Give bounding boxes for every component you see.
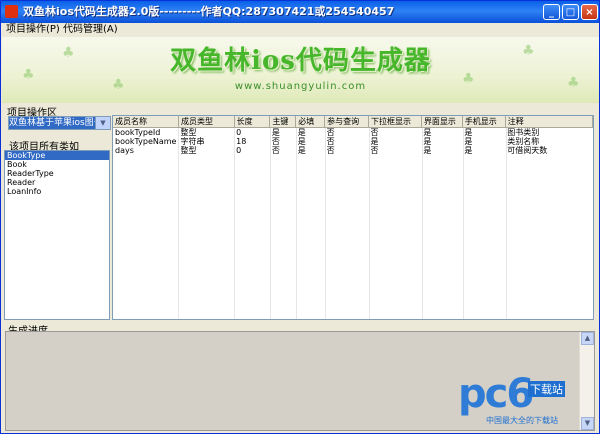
pc6-watermark: pc6 下载站 中国最大全的下载站 [456,371,586,426]
cell[interactable]: 是 [421,128,462,138]
cell[interactable]: 否 [325,146,369,155]
app-icon [5,5,18,18]
cell[interactable]: 是 [296,137,325,146]
grid-divider [178,128,179,319]
col-header-in-query[interactable]: 参与查询 [324,116,370,128]
cell[interactable]: 是 [296,146,325,155]
title-bar[interactable]: 双鱼林ios代码生成器2.0版---------作者QQ:287307421或2… [1,1,599,23]
minimize-button[interactable]: _ [543,4,560,20]
class-list-item[interactable]: Reader [5,178,109,187]
cell[interactable]: 字符串 [178,137,234,146]
banner-title: 双鱼林ios代码生成器 [170,46,431,76]
class-list-item[interactable]: ReaderType [5,169,109,178]
table-row[interactable]: bookTypeId 整型 0 是 是 否 否 是 是 图书类别 [113,128,593,138]
col-header-ui-display[interactable]: 界面显示 [421,116,463,128]
col-header-length[interactable]: 长度 [234,116,271,128]
banner: ♣ ♣ ♣ ♣ ♣ ♣ 双鱼林ios代码生成器 www.shuangyulin.… [2,37,599,103]
class-list-item[interactable]: LoanInfo [5,187,109,196]
chevron-down-icon[interactable]: ▼ [95,117,110,129]
cell[interactable]: 是 [296,128,325,138]
grid-divider [234,128,235,319]
cell[interactable]: 0 [234,146,270,155]
cell[interactable]: 可借阅天数 [505,146,592,155]
cell[interactable]: 是 [369,137,422,146]
col-header-comment[interactable]: 注释 [505,116,593,128]
class-list[interactable]: BookType Book ReaderType Reader LoanInfo [4,150,110,320]
close-button[interactable]: × [581,4,598,20]
watermark-tag: 下载站 [528,381,565,397]
cell[interactable]: 图书类别 [505,128,592,138]
grid-divider [422,128,423,319]
maximize-button[interactable]: □ [562,4,579,20]
menu-code-management[interactable]: 代码管理(A) [63,23,118,37]
grid-divider [325,128,326,319]
member-table: 成员名称 成员类型 长度 主键 必填 参与查询 下拉框显示 界面显示 手机显示 … [113,116,593,155]
cell[interactable]: bookTypeId [113,128,178,138]
grid-divider [463,128,464,319]
watermark-logo: pc6 [458,371,534,417]
cell[interactable]: 否 [325,128,369,138]
cell[interactable]: 是 [462,128,505,138]
col-header-required[interactable]: 必填 [295,116,326,128]
cell[interactable]: 是 [421,146,462,155]
cell[interactable]: days [113,146,178,155]
col-header-member-name[interactable]: 成员名称 [113,116,179,128]
col-header-mobile-display[interactable]: 手机显示 [462,116,506,128]
table-row[interactable]: days 整型 0 否 是 否 否 是 是 可借阅天数 [113,146,593,155]
grid-divider [270,128,271,319]
cell[interactable]: 类别名称 [505,137,592,146]
cell[interactable]: 整型 [178,146,234,155]
cell[interactable]: 是 [421,137,462,146]
scroll-up-icon[interactable]: ▲ [581,332,594,345]
cell[interactable]: 否 [270,146,296,155]
table-row[interactable]: bookTypeName 字符串 18 否 是 否 是 是 是 类别名称 [113,137,593,146]
cell[interactable]: 否 [325,137,369,146]
cell[interactable]: 18 [234,137,270,146]
cell[interactable]: 整型 [178,128,234,138]
cell[interactable]: 否 [270,137,296,146]
banner-url: www.shuangyulin.com [234,81,367,92]
grid-divider [296,128,297,319]
project-select-value: 双鱼林基于苹果ios图书 [9,117,96,129]
window-title: 双鱼林ios代码生成器2.0版---------作者QQ:287307421或2… [23,5,395,18]
app-window: 双鱼林ios代码生成器2.0版---------作者QQ:287307421或2… [0,0,600,434]
cell[interactable]: 是 [270,128,296,138]
cell[interactable]: 是 [462,146,505,155]
col-header-primary-key[interactable]: 主键 [269,116,297,128]
cell[interactable]: 否 [369,128,422,138]
menu-project-ops[interactable]: 项目操作(P) [6,23,60,37]
col-header-dropdown-display[interactable]: 下拉框显示 [368,116,422,128]
grid-divider [506,128,507,319]
class-list-item[interactable]: BookType [5,151,109,160]
grid-divider [369,128,370,319]
menu-bar: 项目操作(P) 代码管理(A) [1,23,599,37]
grid-header-row: 成员名称 成员类型 长度 主键 必填 参与查询 下拉框显示 界面显示 手机显示 … [113,116,593,128]
watermark-slogan: 中国最大全的下载站 [486,416,558,425]
cell[interactable]: bookTypeName [113,137,178,146]
col-header-member-type[interactable]: 成员类型 [178,116,235,128]
class-list-item[interactable]: Book [5,160,109,169]
project-select[interactable]: 双鱼林基于苹果ios图书 ▼ [8,116,111,130]
cell[interactable]: 是 [462,137,505,146]
cell[interactable]: 0 [234,128,270,138]
member-grid[interactable]: 成员名称 成员类型 长度 主键 必填 参与查询 下拉框显示 界面显示 手机显示 … [112,115,594,320]
cell[interactable]: 否 [369,146,422,155]
